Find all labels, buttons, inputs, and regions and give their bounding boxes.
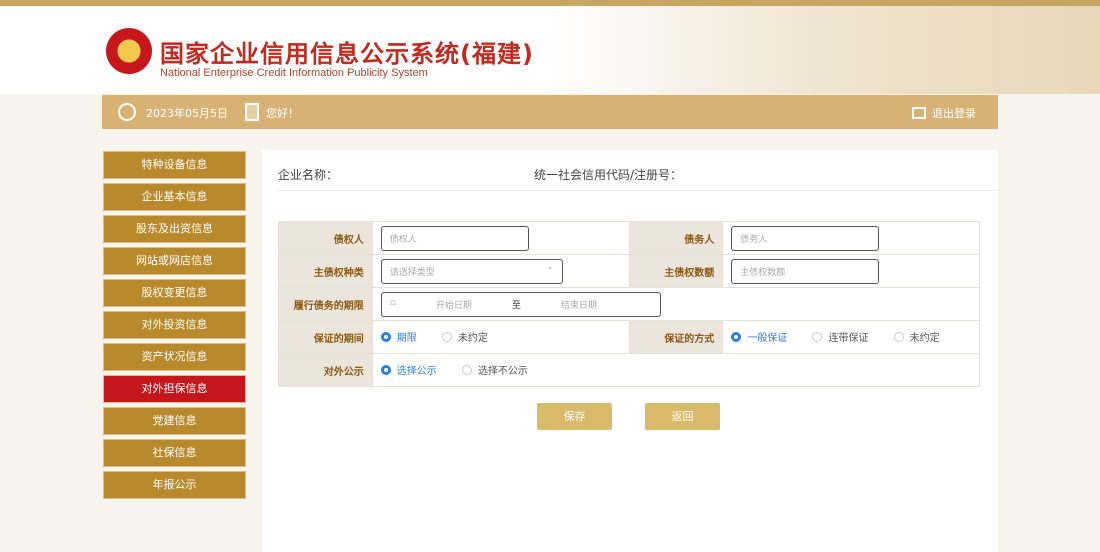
- sidebar-item-active[interactable]: 对外担保信息: [103, 375, 246, 403]
- logout-label: 退出登录: [932, 107, 976, 120]
- sidebar-item[interactable]: 社保信息: [103, 439, 246, 467]
- radio-label: 期限: [396, 333, 417, 345]
- term-label: 履行债务的期限: [278, 287, 373, 321]
- sidebar-item[interactable]: 网站或网店信息: [103, 247, 246, 275]
- greeting: 您好！: [266, 107, 299, 120]
- publicity-radio-private[interactable]: 选择不公示: [461, 362, 528, 378]
- creditor-label: 债权人: [278, 221, 373, 255]
- national-emblem-icon: [106, 28, 152, 74]
- top-bar: 2023年05月5日 您好！ 退出登录: [102, 95, 998, 129]
- debtor-input[interactable]: 债务人: [731, 225, 880, 251]
- radio-label: 未约定: [909, 333, 940, 345]
- site-subtitle: National Enterprise Credit Information P…: [160, 67, 428, 79]
- method-radio-none[interactable]: 未约定: [893, 329, 940, 345]
- start-date[interactable]: 开始日期: [436, 298, 472, 311]
- user-icon: [245, 103, 259, 121]
- sidebar-item[interactable]: 资产状况信息: [103, 343, 246, 371]
- sidebar-item[interactable]: 党建信息: [103, 407, 246, 435]
- sidebar-item[interactable]: 股东及出资信息: [103, 215, 246, 243]
- end-date[interactable]: 结束日期: [561, 298, 597, 311]
- guarantee-form: 债权人 债权人 债务人 债务人 主债权种类 请选择类型 主债权数额 主债权数额 …: [278, 221, 981, 387]
- clock-icon: [118, 103, 136, 121]
- radio-label: 连带保证: [828, 333, 869, 345]
- radio-label: 一般保证: [747, 333, 788, 345]
- save-button[interactable]: 保存: [537, 403, 612, 430]
- period-label: 保证的期间: [278, 320, 373, 354]
- calendar-icon: ▫: [389, 297, 396, 308]
- publicity-label: 对外公示: [278, 353, 373, 387]
- publicity-radio-public[interactable]: 选择公示: [380, 362, 437, 378]
- radio-label: 选择不公示: [477, 366, 528, 378]
- back-button[interactable]: 返回: [645, 403, 720, 430]
- claim-amount-label: 主债权数额: [628, 254, 724, 288]
- credit-code-label: 统一社会信用代码/注册号：: [534, 168, 683, 182]
- header: 国家企业信用信息公示系统(福建) National Enterprise Cre…: [0, 6, 1100, 94]
- range-separator: 至: [511, 300, 521, 311]
- method-radio-joint[interactable]: 连带保证: [812, 329, 868, 344]
- radio-label: 选择公示: [396, 366, 437, 378]
- current-date: 2023年05月5日: [146, 107, 228, 120]
- sidebar-item[interactable]: 特种设备信息: [103, 151, 246, 179]
- creditor-input[interactable]: 债权人: [380, 225, 529, 251]
- radio-label: 未约定: [457, 333, 488, 345]
- claim-type-label: 主债权种类: [278, 254, 373, 288]
- claim-type-select[interactable]: 请选择类型: [380, 258, 563, 284]
- main-panel: 企业名称： 统一社会信用代码/注册号： 债权人 债权人 债务人 债务人 主债权种…: [262, 150, 998, 552]
- method-label: 保证的方式: [628, 320, 724, 354]
- sidebar: 特种设备信息 企业基本信息 股东及出资信息 网站或网店信息 股权变更信息 对外投…: [103, 151, 246, 503]
- logout-button[interactable]: 退出登录: [912, 105, 976, 121]
- date-range-picker[interactable]: ▫ 开始日期 至 结束日期: [380, 291, 661, 317]
- company-name-label: 企业名称：: [278, 168, 339, 182]
- period-radio-term[interactable]: 期限: [380, 329, 417, 345]
- divider: [278, 190, 998, 191]
- debtor-label: 债务人: [628, 221, 724, 255]
- claim-amount-input[interactable]: 主债权数额: [731, 258, 880, 284]
- sidebar-item[interactable]: 对外投资信息: [103, 311, 246, 339]
- sidebar-item[interactable]: 企业基本信息: [103, 183, 246, 211]
- method-radio-general[interactable]: 一般保证: [731, 329, 787, 344]
- period-radio-none[interactable]: 未约定: [441, 329, 488, 345]
- sidebar-item[interactable]: 股权变更信息: [103, 279, 246, 307]
- logout-icon: [912, 107, 926, 119]
- sidebar-item[interactable]: 年报公示: [103, 471, 246, 499]
- site-title: 国家企业信用信息公示系统(福建): [160, 40, 534, 68]
